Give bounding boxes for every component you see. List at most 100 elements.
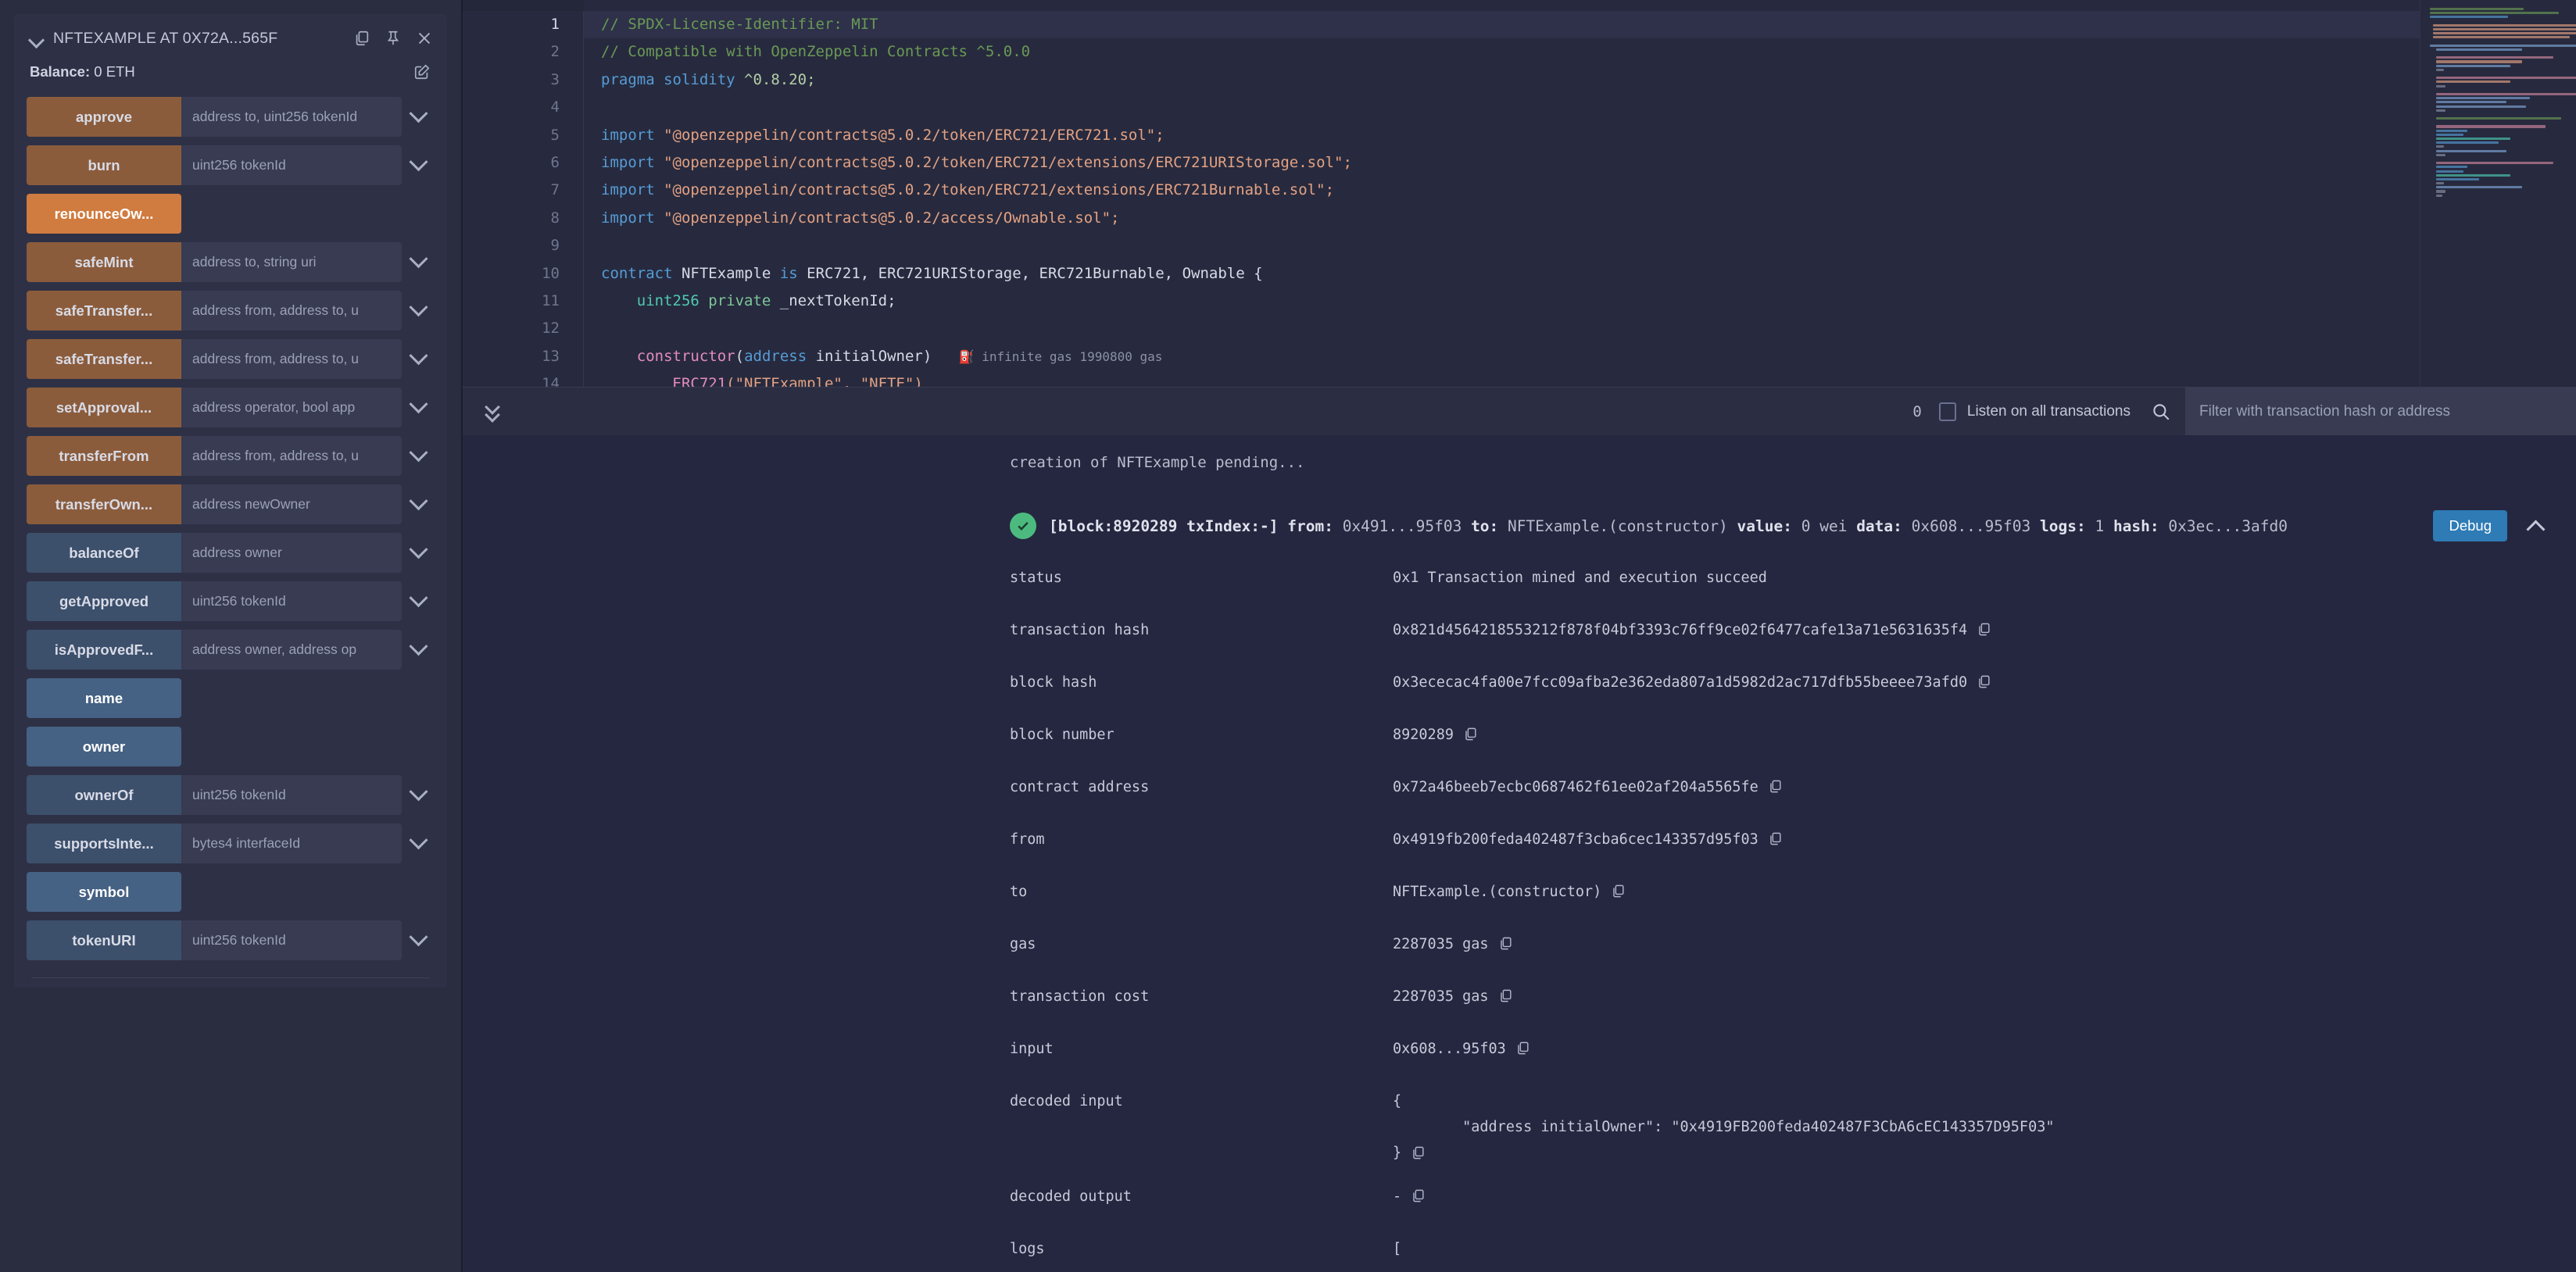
copy-icon[interactable] [1411,1145,1426,1160]
function-button-safetransfer[interactable]: safeTransfer... [27,339,181,379]
code-line-5: import "@openzeppelin/contracts@5.0.2/to… [584,122,2576,149]
copy-icon[interactable] [1463,727,1478,741]
transaction-summary-row[interactable]: [block:8920289 txIndex:-] from: 0x491...… [463,499,2576,552]
copy-icon[interactable] [1498,988,1513,1003]
function-button-owner[interactable]: owner [27,727,181,766]
decoded-input-text: "address initialOwner": "0x4919FB200feda… [1393,1119,2054,1135]
function-button-safetransfer[interactable]: safeTransfer... [27,291,181,331]
decoded-input-text: } [1393,1145,1401,1161]
transaction-filter-input[interactable] [2185,388,2576,436]
function-button-supportsinte[interactable]: supportsInte... [27,824,181,863]
chevron-down-icon[interactable] [28,30,45,47]
copy-icon[interactable] [1611,884,1626,899]
copy-icon[interactable] [1977,622,1991,637]
tx-field-value: 0x608...95f03 [1902,517,2040,535]
function-button-setapproval[interactable]: setApproval... [27,388,181,427]
function-args-input[interactable] [181,388,402,427]
function-button-transferfrom[interactable]: transferFrom [27,436,181,476]
terminal-output[interactable]: creation of NFTExample pending... [block… [463,435,2576,1272]
minimap-line [2436,182,2444,184]
detail-value: 8920289 [1393,727,1478,743]
chevron-down-icon[interactable] [402,145,435,185]
copy-icon[interactable] [350,27,374,50]
code-line-3: pragma solidity ^0.8.20; [584,66,2576,94]
minimap-line [2430,16,2508,18]
copy-icon[interactable] [1977,674,1991,689]
chevron-down-icon[interactable] [402,436,435,476]
function-button-burn[interactable]: burn [27,145,181,185]
chevron-down-icon[interactable] [402,581,435,621]
function-button-name[interactable]: name [27,678,181,718]
chevron-down-icon[interactable] [402,484,435,524]
chevron-down-icon[interactable] [402,630,435,670]
minimap-line [2436,65,2510,67]
function-args-input[interactable] [181,533,402,573]
function-args-input[interactable] [181,339,402,379]
balance-row: Balance: 0 ETH [14,55,447,86]
close-icon[interactable] [413,27,436,50]
chevron-down-icon[interactable] [402,533,435,573]
tx-field-value: 0 wei [1792,517,1856,535]
chevron-down-icon[interactable] [402,291,435,331]
copy-icon[interactable] [1768,831,1783,846]
function-args-input[interactable] [181,630,402,670]
code-editor[interactable]: 1234567891011121314 // SPDX-License-Iden… [463,0,2576,387]
pin-icon[interactable] [381,27,405,50]
chevron-down-icon[interactable] [402,775,435,815]
function-button-getapproved[interactable]: getApproved [27,581,181,621]
chevron-down-icon[interactable] [402,388,435,427]
deployed-contract-header[interactable]: NFTEXAMPLE AT 0X72A...565F [14,22,447,55]
chevron-up-icon[interactable] [2524,514,2548,538]
function-args-input[interactable] [181,920,402,960]
function-args-input[interactable] [181,775,402,815]
chevron-down-icon[interactable] [402,242,435,282]
copy-icon[interactable] [1768,779,1783,794]
chevrons-down-icon[interactable] [480,398,506,425]
edit-icon[interactable] [411,61,433,83]
function-button-isapprovedf[interactable]: isApprovedF... [27,630,181,670]
chevron-down-icon[interactable] [402,824,435,863]
function-args-input[interactable] [181,436,402,476]
function-args-input[interactable] [181,484,402,524]
function-args-input[interactable] [181,291,402,331]
tx-field-value: 1 [2086,517,2113,535]
decoded-input-value: { "address initialOwner": "0x4919FB200fe… [1393,1093,2054,1161]
function-args-input[interactable] [181,242,402,282]
editor-minimap[interactable] [2420,0,2576,387]
copy-icon[interactable] [1411,1188,1426,1203]
minimap-line [2436,56,2553,59]
function-button-symbol[interactable]: symbol [27,872,181,912]
editor-code-area[interactable]: // SPDX-License-Identifier: MIT // Compa… [584,0,2576,387]
function-button-ownerof[interactable]: ownerOf [27,775,181,815]
function-args-input[interactable] [181,97,402,137]
function-button-safemint[interactable]: safeMint [27,242,181,282]
search-icon[interactable] [2151,402,2171,422]
function-args-input[interactable] [181,145,402,185]
listen-on-all-transactions-checkbox[interactable] [1939,402,1956,421]
debug-button[interactable]: Debug [2433,510,2507,541]
function-row: transferOwn... [27,484,435,524]
function-button-renounceow[interactable]: renounceOw... [27,194,181,234]
copy-icon[interactable] [1498,936,1513,951]
function-button-transferown[interactable]: transferOwn... [27,484,181,524]
copy-icon[interactable] [1515,1041,1530,1056]
function-button-tokenuri[interactable]: tokenURI [27,920,181,960]
transaction-count: 0 [1912,403,1921,420]
function-args-input[interactable] [181,581,402,621]
detail-value: 0x72a46beeb7ecbc0687462f61ee02af204a5565… [1393,779,1783,795]
chevron-down-icon[interactable] [402,97,435,137]
minimap-line [2436,166,2467,168]
function-button-approve[interactable]: approve [27,97,181,137]
line-number: 14 [463,370,583,387]
chevron-down-icon[interactable] [402,339,435,379]
detail-value-text: 2287035 gas [1393,988,1489,1005]
function-args-input[interactable] [181,824,402,863]
minimap-line [2436,170,2463,173]
detail-row: status0x1 Transaction mined and executio… [463,570,2576,595]
terminal-toolbar: 0 Listen on all transactions [463,387,2576,435]
function-button-balanceof[interactable]: balanceOf [27,533,181,573]
minimap-line [2436,154,2445,156]
chevron-down-icon[interactable] [402,920,435,960]
balance-value: 0 ETH [94,63,134,80]
function-row: owner [27,727,435,766]
